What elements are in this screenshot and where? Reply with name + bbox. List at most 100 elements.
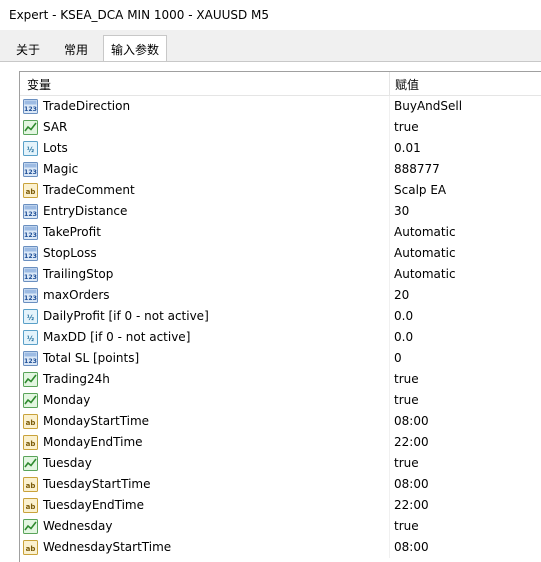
double-type-icon: ½ — [23, 309, 38, 324]
tab-inputs[interactable]: 输入参数 — [103, 35, 167, 62]
parameter-value[interactable]: true — [394, 390, 419, 411]
cell-divider — [389, 348, 390, 369]
parameter-row[interactable]: ab TuesdayEndTime 22:00 — [20, 495, 541, 516]
cell-divider — [389, 474, 390, 495]
window-title: Expert - KSEA_DCA MIN 1000 - XAUUSD M5 — [0, 0, 541, 30]
parameter-row[interactable]: SAR true — [20, 117, 541, 138]
tab-bar: 关于 常用 输入参数 — [0, 30, 541, 62]
svg-text:ab: ab — [26, 188, 36, 196]
string-type-icon: ab — [23, 414, 38, 429]
parameter-value[interactable]: 20 — [394, 285, 409, 306]
string-type-icon: ab — [23, 498, 38, 513]
integer-type-icon: 123 — [23, 246, 38, 261]
svg-text:123: 123 — [24, 358, 37, 365]
parameter-row[interactable]: 123 TakeProfit Automatic — [20, 222, 541, 243]
parameter-row[interactable]: 123 TrailingStop Automatic — [20, 264, 541, 285]
parameter-name: WednesdayStartTime — [43, 540, 172, 554]
parameter-name: TrailingStop — [43, 267, 114, 281]
boolean-type-icon — [23, 393, 38, 408]
parameter-value[interactable]: Automatic — [394, 264, 456, 285]
parameter-name: TradeComment — [43, 183, 135, 197]
column-divider[interactable] — [389, 72, 390, 96]
parameter-row[interactable]: ab MondayStartTime 08:00 — [20, 411, 541, 432]
parameter-row[interactable]: 123 TradeDirection BuyAndSell — [20, 96, 541, 117]
parameter-value[interactable]: BuyAndSell — [394, 96, 462, 117]
svg-text:123: 123 — [24, 106, 37, 113]
parameter-row[interactable]: 123 StopLoss Automatic — [20, 243, 541, 264]
parameter-name: TuesdayEndTime — [43, 498, 144, 512]
string-type-icon: ab — [23, 183, 38, 198]
parameter-name: MondayStartTime — [43, 414, 150, 428]
tab-about[interactable]: 关于 — [8, 37, 48, 62]
svg-text:123: 123 — [24, 253, 37, 260]
parameter-row[interactable]: Wednesday true — [20, 516, 541, 537]
parameter-row[interactable]: Monday true — [20, 390, 541, 411]
parameter-name: DailyProfit [if 0 - not active] — [43, 309, 209, 323]
parameters-grid: 变量 赋值 123 TradeDirection BuyAndSell SAR true… — [19, 71, 541, 562]
parameter-value[interactable]: 08:00 — [394, 474, 429, 495]
column-header-variable[interactable]: 变量 — [27, 72, 51, 96]
parameter-value[interactable]: Scalp EA — [394, 180, 446, 201]
parameter-value[interactable]: 0.0 — [394, 327, 413, 348]
parameter-name: Lots — [43, 141, 68, 155]
parameter-row[interactable]: ½ DailyProfit [if 0 - not active] 0.0 — [20, 306, 541, 327]
parameter-name: Wednesday — [43, 519, 113, 533]
cell-divider — [389, 390, 390, 411]
parameter-value[interactable]: 22:00 — [394, 432, 429, 453]
cell-divider — [389, 306, 390, 327]
parameter-row[interactable]: ab MondayEndTime 22:00 — [20, 432, 541, 453]
parameter-value[interactable]: 0.0 — [394, 306, 413, 327]
boolean-type-icon — [23, 519, 38, 534]
cell-divider — [389, 201, 390, 222]
parameter-row[interactable]: 123 Magic 888777 — [20, 159, 541, 180]
svg-text:ab: ab — [26, 419, 36, 427]
parameter-name: maxOrders — [43, 288, 110, 302]
integer-type-icon: 123 — [23, 288, 38, 303]
column-header-value[interactable]: 赋值 — [395, 72, 419, 96]
parameter-value[interactable]: 08:00 — [394, 537, 429, 558]
parameter-value[interactable]: true — [394, 369, 419, 390]
parameter-name: TuesdayStartTime — [43, 477, 151, 491]
parameter-row[interactable]: ab TuesdayStartTime 08:00 — [20, 474, 541, 495]
parameter-value[interactable]: 888777 — [394, 159, 440, 180]
parameter-value[interactable]: 22:00 — [394, 495, 429, 516]
string-type-icon: ab — [23, 477, 38, 492]
string-type-icon: ab — [23, 540, 38, 555]
parameter-row[interactable]: Tuesday true — [20, 453, 541, 474]
svg-text:ab: ab — [26, 482, 36, 490]
svg-text:123: 123 — [24, 295, 37, 302]
parameter-row[interactable]: ½ MaxDD [if 0 - not active] 0.0 — [20, 327, 541, 348]
parameter-value[interactable]: Automatic — [394, 243, 456, 264]
parameter-value[interactable]: Automatic — [394, 222, 456, 243]
svg-text:123: 123 — [24, 211, 37, 218]
parameter-value[interactable]: 30 — [394, 201, 409, 222]
integer-type-icon: 123 — [23, 99, 38, 114]
double-type-icon: ½ — [23, 330, 38, 345]
svg-text:123: 123 — [24, 232, 37, 239]
cell-divider — [389, 138, 390, 159]
cell-divider — [389, 117, 390, 138]
parameter-row[interactable]: ab TradeComment Scalp EA — [20, 180, 541, 201]
parameter-name: MaxDD [if 0 - not active] — [43, 330, 191, 344]
parameter-value[interactable]: true — [394, 516, 419, 537]
parameter-row[interactable]: ½ Lots 0.01 — [20, 138, 541, 159]
parameter-value[interactable]: true — [394, 453, 419, 474]
svg-text:½: ½ — [27, 335, 34, 343]
cell-divider — [389, 537, 390, 558]
cell-divider — [389, 159, 390, 180]
tab-common[interactable]: 常用 — [56, 37, 96, 62]
cell-divider — [389, 516, 390, 537]
inputs-panel: 变量 赋值 123 TradeDirection BuyAndSell SAR true… — [0, 61, 541, 562]
cell-divider — [389, 243, 390, 264]
parameter-value[interactable]: true — [394, 117, 419, 138]
parameter-name: Monday — [43, 393, 91, 407]
cell-divider — [389, 180, 390, 201]
parameter-value[interactable]: 0.01 — [394, 138, 421, 159]
parameter-value[interactable]: 0 — [394, 348, 402, 369]
parameter-row[interactable]: 123 maxOrders 20 — [20, 285, 541, 306]
parameter-row[interactable]: 123 Total SL [points] 0 — [20, 348, 541, 369]
parameter-value[interactable]: 08:00 — [394, 411, 429, 432]
parameter-row[interactable]: Trading24h true — [20, 369, 541, 390]
parameter-row[interactable]: ab WednesdayStartTime 08:00 — [20, 537, 541, 558]
parameter-row[interactable]: 123 EntryDistance 30 — [20, 201, 541, 222]
